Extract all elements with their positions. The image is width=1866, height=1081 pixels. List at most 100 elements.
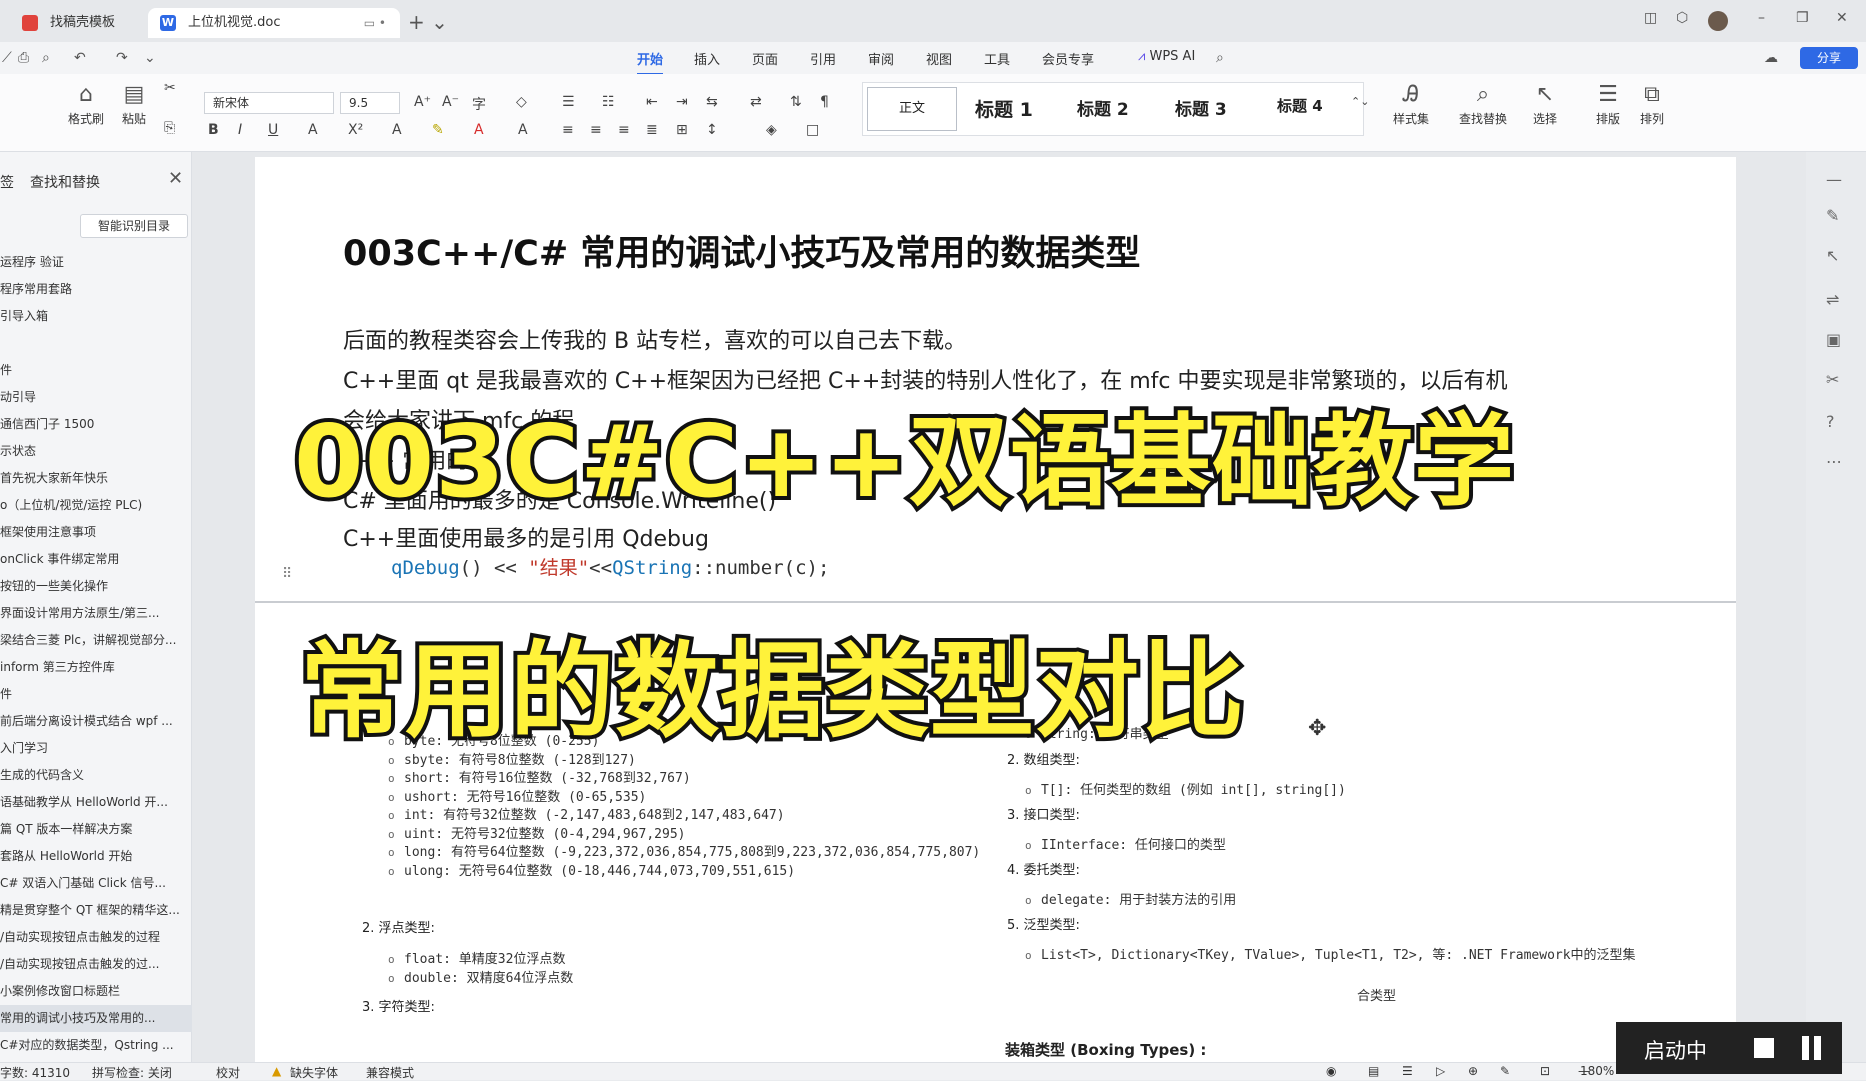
wps-ai-button[interactable]: ⩘ WPS AI xyxy=(1138,49,1195,64)
arrange-button[interactable]: ⧉ 排列 xyxy=(1628,80,1676,127)
select-button[interactable]: ↖ 选择 xyxy=(1520,80,1570,127)
page-view-icon[interactable]: ▤ xyxy=(1368,1064,1379,1078)
list-item[interactable]: /自动实现按钮点击触发的过... xyxy=(0,951,192,978)
print-icon[interactable]: ⎙ xyxy=(18,50,29,66)
list-item[interactable]: 通信西门子 1500 xyxy=(0,411,192,438)
undo-icon[interactable]: ↶ xyxy=(74,50,86,66)
style-set-button[interactable]: Ꭿ 样式集 xyxy=(1382,80,1440,127)
sidebar-tab[interactable]: 签 xyxy=(0,172,14,192)
numbered-list-icon[interactable]: ☷ xyxy=(602,94,615,110)
style-heading-4[interactable]: 标题 4 xyxy=(1277,95,1323,116)
cloud-icon[interactable]: ☁ xyxy=(1764,50,1778,66)
direction-icon[interactable]: ⇆ xyxy=(706,94,718,110)
list-item[interactable]: inform 第三方控件库 xyxy=(0,654,192,681)
list-item[interactable]: 生成的代码含义 xyxy=(0,762,192,789)
bullet-list-icon[interactable]: ☰ xyxy=(562,94,575,110)
shrink-font-icon[interactable]: A⁻ xyxy=(442,94,459,110)
find-replace-button[interactable]: ⌕ 查找替换 xyxy=(1450,80,1516,127)
close-icon[interactable]: ✕ xyxy=(168,168,183,189)
shading-icon[interactable]: ◈ xyxy=(766,122,777,138)
format-painter-button[interactable]: ⌂ 格式刷 xyxy=(62,80,110,127)
list-item[interactable]: C#对应的数据类型，Qstring ... xyxy=(0,1032,192,1059)
list-item[interactable]: 语基础教学从 HelloWorld 开... xyxy=(0,789,192,816)
menu-view[interactable]: 视图 xyxy=(926,49,952,68)
list-item[interactable]: 动引导 xyxy=(0,384,192,411)
phonetic-icon[interactable]: 字 xyxy=(472,94,486,114)
new-tab-icon[interactable]: + ⌄ xyxy=(408,10,448,34)
list-item[interactable]: 入门学习 xyxy=(0,735,192,762)
fit-icon[interactable]: ⊡ xyxy=(1540,1064,1550,1078)
layout-button[interactable]: ☰ 排版 xyxy=(1584,80,1632,127)
list-item[interactable]: 常用的调试小技巧及常用的... xyxy=(0,1005,192,1032)
strikethrough-icon[interactable]: A xyxy=(308,122,318,138)
stop-icon[interactable] xyxy=(1754,1038,1774,1058)
underline-icon[interactable]: U xyxy=(268,122,278,138)
edit-icon[interactable]: ✎ xyxy=(1500,1064,1510,1078)
list-item[interactable]: 件 xyxy=(0,681,192,708)
style-heading-3[interactable]: 标题 3 xyxy=(1175,95,1227,120)
tab-document[interactable]: W 上位机视觉.doc ▭ • xyxy=(148,8,400,38)
italic-icon[interactable]: I xyxy=(238,122,242,138)
style-scroll-icon[interactable]: ⌃⌄ xyxy=(1351,95,1369,108)
list-item[interactable]: 程序常用套路 xyxy=(0,276,192,303)
menu-review[interactable]: 审阅 xyxy=(868,49,894,68)
distribute-icon[interactable]: ⊞ xyxy=(676,122,688,138)
preview-icon[interactable]: ⌕ xyxy=(42,50,50,66)
menu-page[interactable]: 页面 xyxy=(752,49,778,68)
smart-toc-button[interactable]: 智能识别目录 xyxy=(80,214,188,238)
select-tool-icon[interactable]: ↖ xyxy=(1826,246,1839,265)
show-marks-icon[interactable]: ¶ xyxy=(820,94,829,110)
more-icon[interactable]: ⌄ xyxy=(144,50,156,66)
char-shading-icon[interactable]: A xyxy=(518,122,528,138)
play-icon[interactable]: ▷ xyxy=(1436,1064,1445,1078)
font-color-icon[interactable]: A xyxy=(474,122,484,138)
font-size-select[interactable]: 9.5 xyxy=(340,92,400,114)
drag-handle-icon[interactable]: ⠿ xyxy=(282,566,292,582)
font-name-select[interactable]: 新宋体 xyxy=(204,92,334,114)
style-normal[interactable]: 正文 xyxy=(867,87,957,131)
paste-button[interactable]: ▤ 粘贴 xyxy=(110,80,158,127)
outdent-icon[interactable]: ⇤ xyxy=(646,94,658,110)
indent-icon[interactable]: ⇥ xyxy=(676,94,688,110)
more-tools-icon[interactable]: ⋯ xyxy=(1826,452,1842,471)
menu-member[interactable]: 会员专享 xyxy=(1042,49,1094,68)
close-window-icon[interactable]: ✕ xyxy=(1836,10,1848,26)
list-item[interactable]: 精是贯穿整个 QT 框架的精华这... xyxy=(0,897,192,924)
superscript-icon[interactable]: X² xyxy=(348,122,363,138)
missing-font[interactable]: 缺失字体 xyxy=(290,1064,338,1081)
list-item[interactable]: 引导入箱 xyxy=(0,303,192,330)
share-button[interactable]: 分享 xyxy=(1800,47,1858,69)
list-item[interactable]: 首先祝大家新年快乐 xyxy=(0,465,192,492)
tools-icon[interactable]: ✂ xyxy=(1826,370,1839,389)
list-item[interactable]: 运程序 验证 xyxy=(0,249,192,276)
pause-icon[interactable] xyxy=(1800,1036,1824,1060)
style-heading-1[interactable]: 标题 1 xyxy=(975,95,1033,122)
image-icon[interactable]: ▣ xyxy=(1826,330,1841,349)
help-icon[interactable]: ? xyxy=(1826,412,1835,431)
grow-font-icon[interactable]: A⁺ xyxy=(414,94,431,110)
text-effect-icon[interactable]: A xyxy=(392,122,402,138)
list-item[interactable]: o（上位机/视觉/运控 PLC) xyxy=(0,492,192,519)
menu-icon[interactable]: ⟋ xyxy=(2,50,12,66)
align-right-icon[interactable]: ≡ xyxy=(618,122,630,138)
menu-home[interactable]: 开始 xyxy=(637,49,664,75)
list-item[interactable]: 按钮的一些美化操作 xyxy=(0,573,192,600)
highlight-icon[interactable]: ✎ xyxy=(432,122,444,138)
word-count[interactable]: 字数: 41310 xyxy=(0,1064,70,1081)
outline-view-icon[interactable]: ☰ xyxy=(1402,1064,1413,1078)
pen-icon[interactable]: ✎ xyxy=(1826,206,1839,225)
list-item[interactable]: C# 双语入门基础 Click 信号... xyxy=(0,870,192,897)
line-spacing-icon[interactable]: ↕ xyxy=(706,122,718,138)
spell-check[interactable]: 拼写检查: 关闭 xyxy=(92,1064,172,1081)
redo-icon[interactable]: ↷ xyxy=(116,50,128,66)
menu-tools[interactable]: 工具 xyxy=(984,49,1010,68)
clear-format-icon[interactable]: ◇ xyxy=(516,94,527,110)
list-item[interactable]: 篇 QT 版本一样解决方案 xyxy=(0,816,192,843)
zoom-level[interactable]: 180% xyxy=(1580,1064,1614,1078)
border-icon[interactable]: □ xyxy=(806,122,819,138)
align-center-icon[interactable]: ≡ xyxy=(590,122,602,138)
avatar[interactable] xyxy=(1708,11,1728,31)
layout-icon[interactable]: ◫ xyxy=(1644,10,1657,26)
sidebar-title[interactable]: 查找和替换 xyxy=(30,172,100,192)
menu-reference[interactable]: 引用 xyxy=(810,49,836,68)
